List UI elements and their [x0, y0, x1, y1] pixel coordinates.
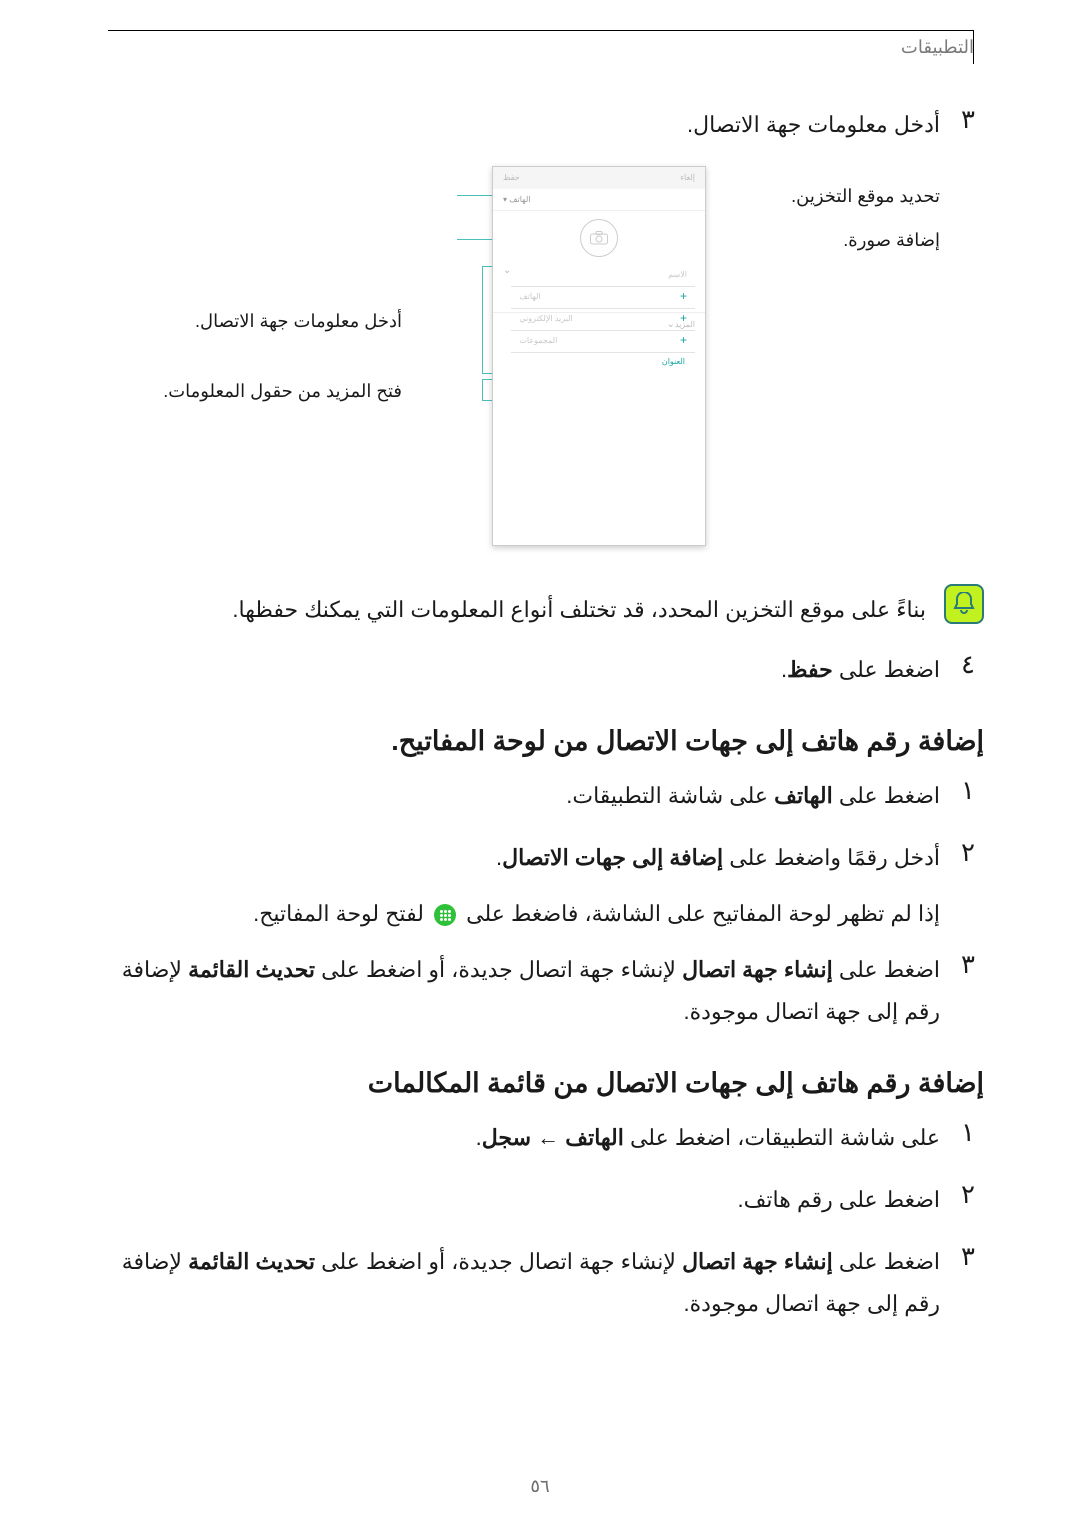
step-number: ٣	[952, 104, 984, 135]
text-bold: حفظ	[787, 657, 833, 682]
phone-topbar: إلغاء حفظ	[493, 167, 705, 189]
step-text: أدخل رقمًا واضغط على إضافة إلى جهات الات…	[110, 837, 940, 879]
plus-icon: +	[680, 289, 687, 303]
step-number: ١	[952, 1117, 984, 1148]
text-bold: تحديث القائمة	[188, 957, 315, 982]
text: اضغط على	[833, 783, 940, 808]
text: لإنشاء جهة اتصال جديدة، أو اضغط على	[315, 957, 682, 982]
step-text: اضغط على حفظ.	[110, 649, 940, 691]
callout-add-photo: إضافة صورة.	[843, 230, 940, 251]
kp-step-1: ١ اضغط على الهاتف على شاشة التطبيقات.	[110, 775, 984, 817]
leader-line	[457, 195, 492, 196]
camera-icon	[580, 219, 618, 257]
phone-storage-row: الهاتف ▾	[493, 189, 705, 211]
phone-mockup: إلغاء حفظ الهاتف ▾ الاسم + الهاتف + البريد…	[492, 166, 706, 546]
step-text: اضغط على إنشاء جهة اتصال لإنشاء جهة اتصا…	[110, 949, 940, 1033]
arrow: ←	[531, 1125, 565, 1150]
page-content: ٣ أدخل معلومات جهة الاتصال. تحديد موقع ا…	[110, 98, 984, 1345]
text-bold: تحديث القائمة	[188, 1249, 315, 1274]
note-icon	[944, 584, 984, 624]
contact-form-figure: تحديد موقع التخزين. إضافة صورة. أدخل معل…	[170, 166, 940, 566]
step-number: ٢	[952, 1179, 984, 1210]
step-number: ٣	[952, 949, 984, 980]
page-number: ٥٦	[530, 1476, 549, 1497]
callout-storage: تحديد موقع التخزين.	[791, 186, 940, 207]
phone-save: حفظ	[503, 173, 520, 182]
text: اضغط على	[833, 657, 940, 682]
kp-step-2-sub: إذا لم تظهر لوحة المفاتيح على الشاشة، فا…	[110, 893, 940, 935]
text: على شاشة التطبيقات، اضغط على	[624, 1125, 940, 1150]
text: إذا لم تظهر لوحة المفاتيح على الشاشة، فا…	[460, 901, 940, 926]
text-bold: الهاتف	[774, 783, 833, 808]
more-label: المزيد	[675, 320, 695, 329]
info-note: بناءً على موقع التخزين المحدد، قد تختلف …	[110, 584, 984, 631]
plus-icon: +	[680, 333, 687, 347]
step-number: ١	[952, 775, 984, 806]
text-bold: إنشاء جهة اتصال	[682, 957, 833, 982]
callout-more-fields: فتح المزيد من حقول المعلومات.	[170, 381, 402, 402]
field-email: البريد الإلكتروني	[519, 314, 572, 323]
page-header: التطبيقات	[108, 30, 974, 58]
text-bold: الهاتف	[565, 1125, 624, 1150]
step-text: على شاشة التطبيقات، اضغط على الهاتف ← سج…	[110, 1117, 940, 1159]
section-keypad-title: إضافة رقم هاتف إلى جهات الاتصال من لوحة …	[110, 726, 984, 757]
section-calls-title: إضافة رقم هاتف إلى جهات الاتصال من قائمة…	[110, 1068, 984, 1099]
phone-storage-text: الهاتف ▾	[503, 195, 531, 204]
cl-step-2: ٢ اضغط على رقم هاتف.	[110, 1179, 984, 1221]
step-number: ٢	[952, 837, 984, 868]
kp-step-3: ٣ اضغط على إنشاء جهة اتصال لإنشاء جهة ات…	[110, 949, 984, 1033]
field-phone: الهاتف	[519, 292, 540, 301]
text: على شاشة التطبيقات.	[566, 783, 774, 808]
step-4-save: ٤ اضغط على حفظ.	[110, 649, 984, 691]
text: لفتح لوحة المفاتيح.	[253, 901, 430, 926]
text: اضغط على	[833, 957, 940, 982]
step-text: اضغط على رقم هاتف.	[110, 1179, 940, 1221]
bracket	[482, 379, 492, 401]
text: لإنشاء جهة اتصال جديدة، أو اضغط على	[315, 1249, 682, 1274]
step-text: أدخل معلومات جهة الاتصال.	[110, 104, 940, 146]
cl-step-3: ٣ اضغط على إنشاء جهة اتصال لإنشاء جهة ات…	[110, 1241, 984, 1325]
text-bold: سجل	[482, 1125, 531, 1150]
step-3-enter-info: ٣ أدخل معلومات جهة الاتصال.	[110, 104, 984, 146]
dialpad-icon	[434, 904, 456, 926]
text-bold: إنشاء جهة اتصال	[682, 1249, 833, 1274]
callout-enter-info: أدخل معلومات جهة الاتصال.	[170, 311, 402, 332]
kp-step-2: ٢ أدخل رقمًا واضغط على إضافة إلى جهات ال…	[110, 837, 984, 879]
step-number: ٤	[952, 649, 984, 680]
text: اضغط على	[833, 1249, 940, 1274]
chevron-down-icon: ⌄	[666, 319, 674, 330]
text-bold: إضافة إلى جهات الاتصال	[502, 845, 723, 870]
text: أدخل رقمًا واضغط على	[723, 845, 940, 870]
field-address: العنوان	[511, 353, 695, 366]
phone-cancel: إلغاء	[680, 173, 695, 182]
field-name: الاسم	[668, 270, 687, 279]
step-text: اضغط على إنشاء جهة اتصال لإنشاء جهة اتصا…	[110, 1241, 940, 1325]
cl-step-1: ١ على شاشة التطبيقات، اضغط على الهاتف ← …	[110, 1117, 984, 1159]
step-text: اضغط على الهاتف على شاشة التطبيقات.	[110, 775, 940, 817]
note-text: بناءً على موقع التخزين المحدد، قد تختلف …	[232, 584, 926, 631]
header-title: التطبيقات	[108, 37, 974, 58]
chevron-down-icon: ⌄	[503, 265, 511, 276]
bracket	[482, 266, 492, 374]
field-groups: المجموعات	[519, 336, 557, 345]
step-number: ٣	[952, 1241, 984, 1272]
phone-fields: الاسم +الهاتف +البريد الإلكتروني +المجمو…	[493, 265, 705, 313]
